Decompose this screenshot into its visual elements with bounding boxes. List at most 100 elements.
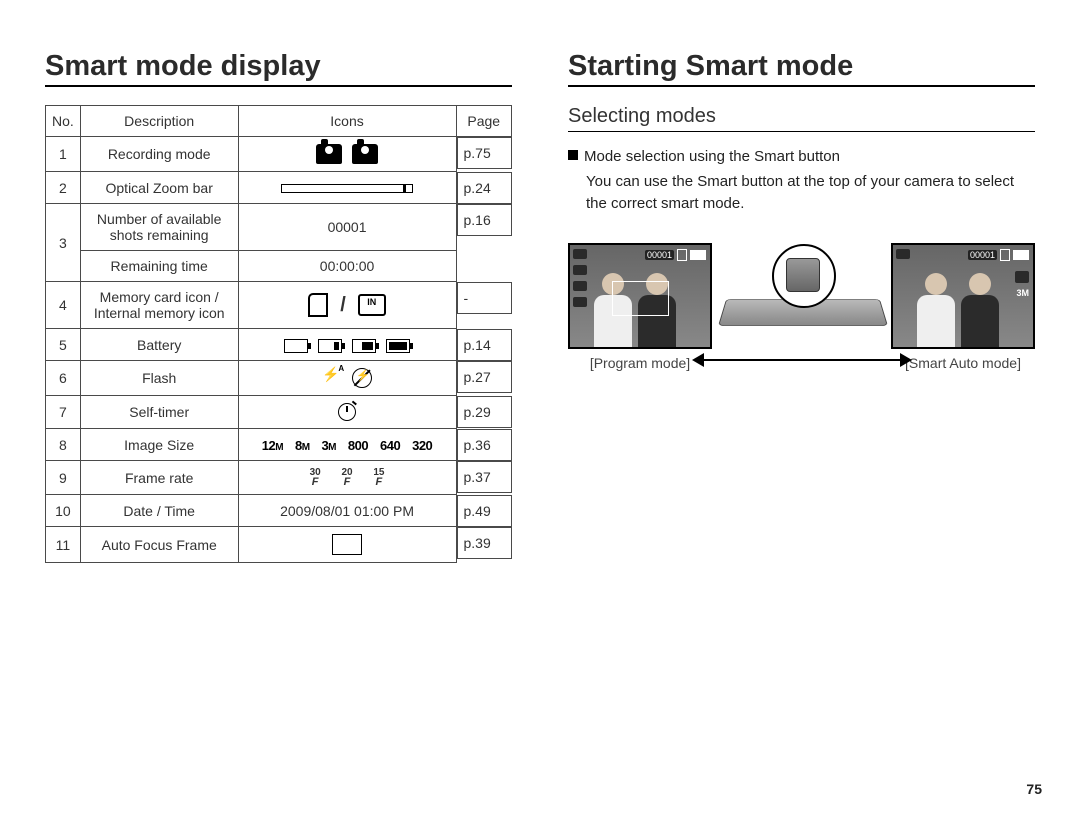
battery-low-icon: [318, 339, 342, 353]
cell-desc: Auto Focus Frame: [80, 527, 238, 563]
table-row: 4 Memory card icon / Internal memory ico…: [46, 282, 512, 329]
th-page: Page: [456, 106, 512, 137]
table-row: 5 Battery p.14: [46, 329, 512, 361]
cell-desc: Battery: [80, 329, 238, 361]
cell-desc: Self-timer: [80, 396, 238, 429]
right-section-title: Starting Smart mode: [568, 50, 1035, 87]
square-bullet-icon: [568, 150, 578, 160]
cell-icons: [238, 396, 456, 429]
caption-program-mode: [Program mode]: [590, 355, 690, 371]
cell-no: 1: [46, 137, 81, 172]
lcd-battery-icon: [690, 250, 706, 260]
cell-no: 5: [46, 329, 81, 361]
battery-full-icon: [386, 339, 410, 353]
table-row: 3 Number of available shots remaining 00…: [46, 204, 512, 251]
optical-zoom-bar-icon: [281, 184, 413, 193]
lcd-smart-auto-mode: 00001 3M: [891, 243, 1035, 349]
cell-no: 9: [46, 461, 81, 495]
lcd-card-icon: [677, 249, 687, 261]
cell-no: 2: [46, 172, 81, 204]
lcd-left-icons: [896, 249, 914, 259]
cell-icons: 12M 8M 3M 800 640 320: [238, 429, 456, 461]
lcd-right-icons: 3M: [1015, 271, 1029, 300]
figure-program-mode: 00001 [Program mode]: [568, 243, 712, 371]
lcd-icon: [573, 297, 587, 307]
lcd-card-icon: [1000, 249, 1010, 261]
left-section-title: Smart mode display: [45, 50, 512, 87]
cell-icons: 00001: [238, 204, 456, 251]
cell-icons: /: [238, 282, 456, 329]
cell-icons: 2009/08/01 01:00 PM: [238, 495, 456, 527]
mode-figure-row: 00001 [Program mode]: [568, 243, 1035, 371]
cell-desc: Remaining time: [80, 251, 238, 282]
table-row: 7 Self-timer p.29: [46, 396, 512, 429]
lcd-shots-counter: 00001: [645, 250, 674, 260]
cell-page: p.39: [457, 527, 512, 559]
lcd-af-frame-icon: [612, 281, 669, 316]
cell-icons: [238, 137, 456, 172]
battery-mid-icon: [352, 339, 376, 353]
table-row: 2 Optical Zoom bar p.24: [46, 172, 512, 204]
cell-no: 4: [46, 282, 81, 329]
smart-button-icon: [786, 258, 820, 292]
cell-desc: Optical Zoom bar: [80, 172, 238, 204]
table-row: 11 Auto Focus Frame p.39: [46, 527, 512, 563]
figure-camera-top: [718, 244, 886, 370]
cell-page: p.14: [457, 329, 512, 361]
memory-card-icon: [308, 293, 328, 317]
lcd-program-mode: 00001: [568, 243, 712, 349]
cell-desc: Flash: [80, 361, 238, 396]
figure-smart-auto-mode: 00001 3M [Smart Auto mode]: [891, 243, 1035, 371]
table-row: 9 Frame rate 30F 20F 15F p.37: [46, 461, 512, 495]
cell-no: 10: [46, 495, 81, 527]
body-paragraph: You can use the Smart button at the top …: [586, 171, 1035, 215]
cell-page: p.29: [457, 396, 512, 428]
caption-smart-auto-mode: [Smart Auto mode]: [905, 355, 1021, 371]
cell-page: p.49: [457, 495, 512, 527]
cell-desc: Recording mode: [80, 137, 238, 172]
th-desc: Description: [80, 106, 238, 137]
th-icons: Icons: [238, 106, 456, 137]
cell-icons: 30F 20F 15F: [238, 461, 456, 495]
lcd-battery-icon: [1013, 250, 1029, 260]
bullet-text: Mode selection using the Smart button: [584, 148, 840, 165]
cell-icons: [238, 172, 456, 204]
camera-smart-photo-icon: [316, 144, 342, 164]
cell-page: p.24: [457, 172, 512, 204]
page-number: 75: [1026, 781, 1042, 797]
cell-icons: [238, 329, 456, 361]
cell-no: 11: [46, 527, 81, 563]
lcd-top-right: 00001: [645, 249, 706, 261]
lcd-icon: [573, 265, 587, 275]
display-icons-table: No. Description Icons Page 1 Recording m…: [45, 105, 512, 563]
cell-page: p.27: [457, 361, 512, 393]
internal-memory-icon: [358, 294, 386, 316]
cell-desc: Frame rate: [80, 461, 238, 495]
frame-rate-20-icon: 20F: [338, 468, 356, 487]
camera-top-illustration: [718, 244, 886, 340]
camera-smart-video-icon: [352, 144, 378, 164]
image-size-option: 3M: [321, 438, 336, 453]
lcd-icon: [573, 281, 587, 291]
slash-separator: /: [340, 294, 346, 316]
flash-off-icon: [352, 368, 372, 388]
lcd-flash-icon: [1015, 271, 1029, 283]
cell-page: p.75: [457, 137, 512, 169]
selecting-modes-subtitle: Selecting modes: [568, 105, 1035, 132]
self-timer-icon: [338, 403, 356, 421]
cell-page: -: [457, 282, 512, 314]
lcd-top-right: 00001: [968, 249, 1029, 261]
battery-empty-icon: [284, 339, 308, 353]
table-row: 6 Flash p.27: [46, 361, 512, 396]
cell-no: 6: [46, 361, 81, 396]
cell-page: p.37: [457, 461, 512, 493]
cell-icons: 00:00:00: [238, 251, 456, 282]
cell-desc: Date / Time: [80, 495, 238, 527]
cell-desc: Image Size: [80, 429, 238, 461]
double-arrow-icon: [718, 350, 886, 370]
af-frame-icon: [332, 534, 362, 555]
lcd-shots-counter: 00001: [968, 250, 997, 260]
cell-desc: Memory card icon / Internal memory icon: [80, 282, 238, 329]
cell-icons: [238, 527, 456, 563]
cell-no: 3: [46, 204, 81, 282]
